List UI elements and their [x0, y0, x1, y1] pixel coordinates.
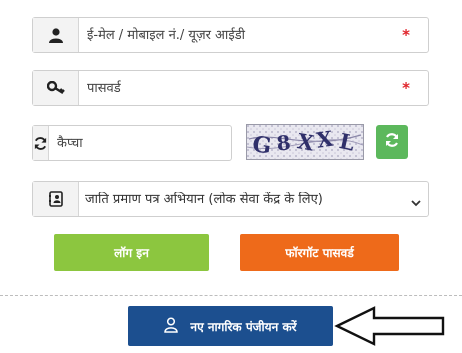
captcha-field: [32, 125, 235, 161]
svg-text:G: G: [251, 131, 273, 159]
forgot-password-button[interactable]: फॉरगॉट पासवर्ड: [240, 234, 399, 271]
register-button[interactable]: नए नागरिक पंजीयन करें: [128, 306, 333, 346]
password-input[interactable]: [79, 71, 403, 105]
required-mark: *: [402, 26, 410, 44]
user-icon: [33, 18, 79, 52]
service-select[interactable]: जाति प्रमाण पत्र अभियान (लोक सेवा केंद्र…: [79, 182, 428, 216]
refresh-icon: [384, 132, 400, 152]
service-select-field: जाति प्रमाण पत्र अभियान (लोक सेवा केंद्र…: [32, 181, 429, 217]
required-mark: *: [402, 79, 410, 97]
captcha-input[interactable]: [49, 126, 235, 160]
password-field: *: [32, 70, 429, 106]
id-card-icon: [33, 182, 79, 216]
username-input[interactable]: [79, 18, 403, 52]
username-field: *: [32, 17, 429, 53]
login-button[interactable]: लॉग इन: [54, 234, 209, 271]
refresh-icon: [33, 126, 49, 160]
register-label: नए नागरिक पंजीयन करें: [190, 319, 297, 334]
divider: [0, 295, 462, 296]
left-arrow-icon: [334, 306, 446, 350]
key-icon: [33, 71, 79, 105]
refresh-captcha-button[interactable]: [376, 125, 408, 159]
captcha-image: G 8 X X L: [246, 124, 364, 160]
svg-text:8: 8: [275, 130, 291, 155]
user-outline-icon: [164, 316, 179, 336]
